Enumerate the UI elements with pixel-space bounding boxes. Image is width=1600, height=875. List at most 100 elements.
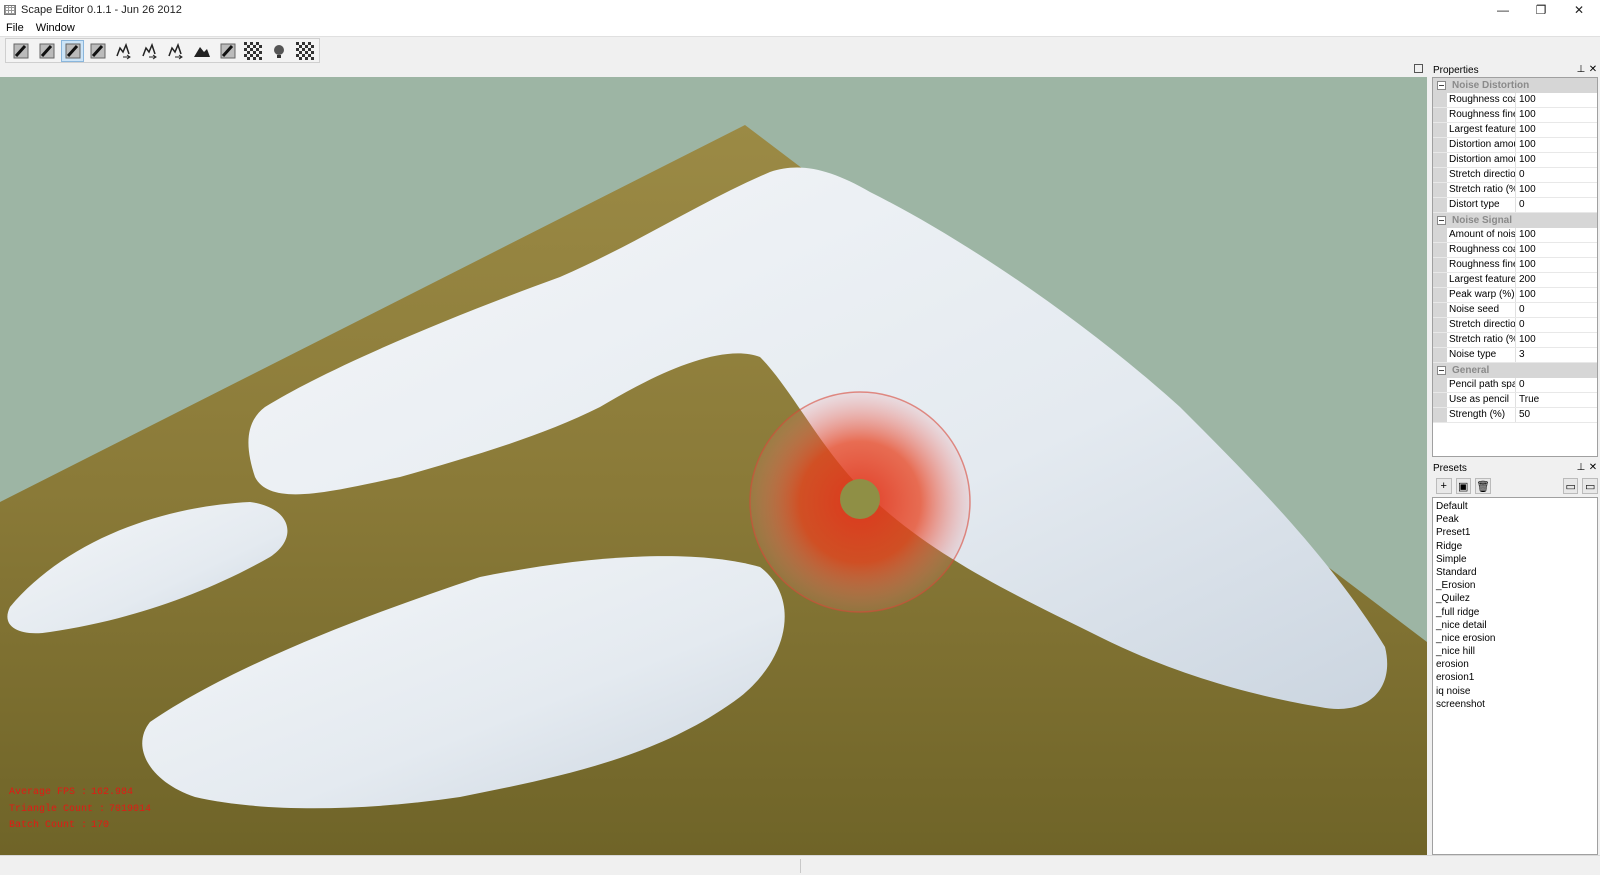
row-indent [1433, 288, 1447, 302]
preset-item[interactable]: _nice hill [1433, 645, 1597, 658]
terrain-tool-button[interactable] [190, 40, 214, 62]
terrain-render[interactable] [0, 77, 1427, 855]
collapse-icon[interactable] [1437, 216, 1446, 225]
stat-value: 162.984 [91, 787, 134, 798]
terrain-viewport[interactable] [0, 77, 1427, 855]
brush-tool-3-button[interactable] [60, 39, 85, 62]
preset-item[interactable]: _nice detail [1433, 619, 1597, 632]
close-panel-icon[interactable]: ✕ [1588, 64, 1598, 75]
property-row[interactable]: Strength (%) 50 [1433, 408, 1597, 423]
property-value[interactable]: 50 [1516, 408, 1597, 422]
property-value[interactable]: 100 [1516, 93, 1597, 107]
import-preset-button[interactable]: ▭ [1562, 478, 1579, 494]
property-value[interactable]: 0 [1516, 303, 1597, 317]
export-tool-1-button[interactable] [112, 40, 136, 62]
property-value[interactable]: 100 [1516, 123, 1597, 137]
property-value[interactable]: True [1516, 393, 1597, 407]
property-value[interactable]: 100 [1516, 153, 1597, 167]
property-value[interactable]: 0 [1516, 318, 1597, 332]
collapse-icon[interactable] [1437, 366, 1446, 375]
save-preset-button[interactable]: ▣ [1455, 478, 1471, 494]
preset-item[interactable]: erosion1 [1433, 671, 1597, 684]
property-row[interactable]: Stretch ratio (%) 100 [1433, 183, 1597, 198]
property-row[interactable]: Roughness coars100 [1433, 93, 1597, 108]
property-row[interactable]: Stretch ratio (%) 100 [1433, 333, 1597, 348]
menu-window[interactable]: Window [36, 22, 75, 34]
export-tool-2-button[interactable] [138, 40, 162, 62]
property-row[interactable]: Roughness fine d100 [1433, 258, 1597, 273]
property-category[interactable]: General [1433, 363, 1597, 378]
pin-icon[interactable]: ⊥ [1576, 64, 1586, 75]
preset-item[interactable]: _full ridge [1433, 606, 1597, 619]
property-category[interactable]: Noise Signal [1433, 213, 1597, 228]
preset-item[interactable]: screenshot [1433, 698, 1597, 711]
pin-icon[interactable]: ⊥ [1576, 462, 1586, 473]
property-value[interactable]: 200 [1516, 273, 1597, 287]
minimize-button[interactable]: — [1484, 0, 1522, 19]
property-row[interactable]: Pencil path spaci0 [1433, 378, 1597, 393]
checker-tool-2-button[interactable] [293, 40, 317, 62]
property-row[interactable]: Noise seed 0 [1433, 303, 1597, 318]
light-tool-button[interactable] [267, 40, 291, 62]
property-name: Roughness fine d [1447, 258, 1516, 272]
property-row[interactable]: Distort type 0 [1433, 198, 1597, 213]
menu-file[interactable]: File [6, 22, 24, 34]
property-row[interactable]: Amount of noise 100 [1433, 228, 1597, 243]
property-row[interactable]: Stretch direction 0 [1433, 168, 1597, 183]
preset-item[interactable]: Peak [1433, 513, 1597, 526]
property-row[interactable]: Roughness coars100 [1433, 243, 1597, 258]
brush-tool-2-button[interactable] [35, 40, 59, 62]
brush-tool-1-button[interactable] [9, 40, 33, 62]
property-value[interactable]: 100 [1516, 228, 1597, 242]
property-value[interactable]: 100 [1516, 108, 1597, 122]
close-panel-icon[interactable]: ✕ [1588, 462, 1598, 473]
checker-tool-1-button[interactable] [241, 40, 265, 62]
collapse-icon[interactable] [1437, 81, 1446, 90]
preset-item[interactable]: Default [1433, 500, 1597, 513]
brush-tool-5-button[interactable] [216, 40, 240, 62]
preset-item[interactable]: erosion [1433, 658, 1597, 671]
property-row[interactable]: Largest feature (100 [1433, 123, 1597, 138]
property-name: Largest feature ( [1449, 273, 1516, 287]
export-tool-1-icon [116, 42, 132, 59]
brush-tool-4-button[interactable] [86, 40, 110, 62]
property-value[interactable]: 100 [1516, 333, 1597, 347]
property-value[interactable]: 0 [1516, 198, 1597, 212]
property-category[interactable]: Noise Distortion [1433, 78, 1597, 93]
preset-item[interactable]: iq noise [1433, 685, 1597, 698]
restore-button[interactable]: ❐ [1522, 0, 1560, 19]
property-value[interactable]: 100 [1516, 183, 1597, 197]
delete-preset-button[interactable]: 🗑 [1475, 478, 1491, 494]
preset-item[interactable]: _nice erosion [1433, 632, 1597, 645]
preset-item[interactable]: Ridge [1433, 540, 1597, 553]
property-row[interactable]: Noise type 3 [1433, 348, 1597, 363]
viewport-float-button[interactable] [1414, 64, 1423, 73]
property-value[interactable]: 100 [1516, 258, 1597, 272]
property-row[interactable]: Distortion amour 100 [1433, 138, 1597, 153]
property-value[interactable]: 0 [1516, 378, 1597, 392]
row-indent [1433, 93, 1447, 107]
property-row[interactable]: Stretch direction 0 [1433, 318, 1597, 333]
brush-tool-1-icon [13, 43, 29, 58]
property-row[interactable]: Roughness fine d100 [1433, 108, 1597, 123]
property-row[interactable]: Peak warp (%) 100 [1433, 288, 1597, 303]
property-value[interactable]: 100 [1516, 138, 1597, 152]
preset-item[interactable]: Simple [1433, 553, 1597, 566]
close-button[interactable]: ✕ [1560, 0, 1598, 19]
property-row[interactable]: Distortion amour 100 [1433, 153, 1597, 168]
property-row[interactable]: Largest feature (200 [1433, 273, 1597, 288]
property-value[interactable]: 100 [1516, 243, 1597, 257]
property-value[interactable]: 0 [1516, 168, 1597, 182]
preset-item[interactable]: Preset1 [1433, 526, 1597, 539]
property-row[interactable]: Use as pencil True [1433, 393, 1597, 408]
add-preset-button[interactable]: + [1436, 478, 1452, 494]
preset-item[interactable]: _Erosion [1433, 579, 1597, 592]
presets-title-bar: Presets ⊥ ✕ [1430, 461, 1600, 475]
export-tool-3-button[interactable] [164, 40, 188, 62]
preset-item[interactable]: Standard [1433, 566, 1597, 579]
property-name: Distortion amour [1449, 138, 1516, 152]
preset-item[interactable]: _Quilez [1433, 592, 1597, 605]
property-value[interactable]: 100 [1516, 288, 1597, 302]
export-preset-button[interactable]: ▭ [1582, 478, 1598, 494]
property-value[interactable]: 3 [1516, 348, 1597, 362]
